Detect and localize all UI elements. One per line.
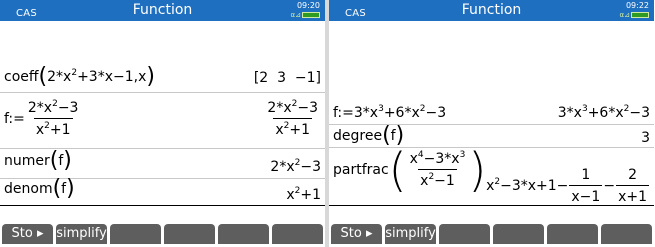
- softkey-bar: Sto ▸ simplify: [329, 224, 654, 247]
- simplify-softkey[interactable]: simplify: [385, 224, 436, 244]
- softkey-5[interactable]: [547, 224, 598, 244]
- entry-input: denom(f): [4, 176, 75, 201]
- entry-input: partfrac(x4−3*x3 x2−1): [333, 143, 487, 197]
- entry-output: 2*x2−3 x2+1: [267, 99, 318, 139]
- entry-output: 2*x2−3: [270, 158, 321, 176]
- app-title: Function: [461, 2, 522, 18]
- battery-icon: [631, 12, 649, 18]
- sto-softkey[interactable]: Sto ▸: [331, 224, 382, 244]
- history-entry[interactable]: coeff(2*x2+3*x−1,x) [2 3 −1]: [0, 63, 325, 93]
- softkey-3[interactable]: [439, 224, 490, 244]
- entry-output: 3: [641, 130, 650, 146]
- softkey-4[interactable]: [164, 224, 215, 244]
- history-entry[interactable]: partfrac(x4−3*x3 x2−1) x2−3*x+1− 1 x−1−2 x+1: [329, 147, 654, 205]
- entry-input: numer(f): [4, 148, 72, 173]
- title-bar: CAS Function 09:20 α⊿: [0, 0, 325, 21]
- history-entry[interactable]: f:= 2*x2−3 x2+1 2*x2−3 x2+1: [0, 95, 325, 149]
- sto-softkey[interactable]: Sto ▸: [2, 224, 53, 244]
- softkey-6[interactable]: [272, 224, 323, 244]
- softkey-bar: Sto ▸ simplify: [0, 224, 325, 247]
- entry-input: coeff(2*x2+3*x−1,x): [4, 64, 155, 89]
- command-line-border: [329, 205, 654, 206]
- angle-flag-icon: α⊿: [290, 11, 301, 19]
- calculator-screen-left: CAS Function 09:20 α⊿ coeff(2*x2+3*x−1,x…: [0, 0, 325, 247]
- entry-input: f:= 2*x2−3 x2+1: [4, 99, 79, 139]
- clock: 09:22: [625, 1, 649, 10]
- entry-input: f:=3*x3+6*x2−3: [333, 104, 447, 122]
- entry-separator: [0, 148, 325, 149]
- entry-output: x2+1: [286, 186, 321, 204]
- history-entry[interactable]: degree(f) 3: [329, 124, 654, 148]
- softkey-4[interactable]: [493, 224, 544, 244]
- entry-output: [2 3 −1]: [253, 70, 321, 86]
- calculator-screen-right: CAS Function 09:22 α⊿ f:=3*x3+6*x2−3 3*x…: [329, 0, 654, 247]
- entry-output: x2−3*x+1− 1 x−1−2 x+1: [486, 167, 649, 205]
- battery-icon: [302, 12, 320, 18]
- app-title: Function: [132, 2, 193, 18]
- history-entry[interactable]: denom(f) x2+1: [0, 178, 325, 206]
- history-entry[interactable]: numer(f) 2*x2−3: [0, 150, 325, 180]
- softkey-6[interactable]: [601, 224, 652, 244]
- entry-separator: [0, 92, 325, 93]
- simplify-softkey[interactable]: simplify: [56, 224, 107, 244]
- angle-flag-icon: α⊿: [619, 11, 630, 19]
- clock: 09:20: [296, 1, 320, 10]
- entry-output: 3*x3+6*x2−3: [557, 104, 650, 122]
- softkey-3[interactable]: [110, 224, 161, 244]
- title-bar: CAS Function 09:22 α⊿: [329, 0, 654, 21]
- softkey-5[interactable]: [218, 224, 269, 244]
- command-line-border: [0, 205, 325, 206]
